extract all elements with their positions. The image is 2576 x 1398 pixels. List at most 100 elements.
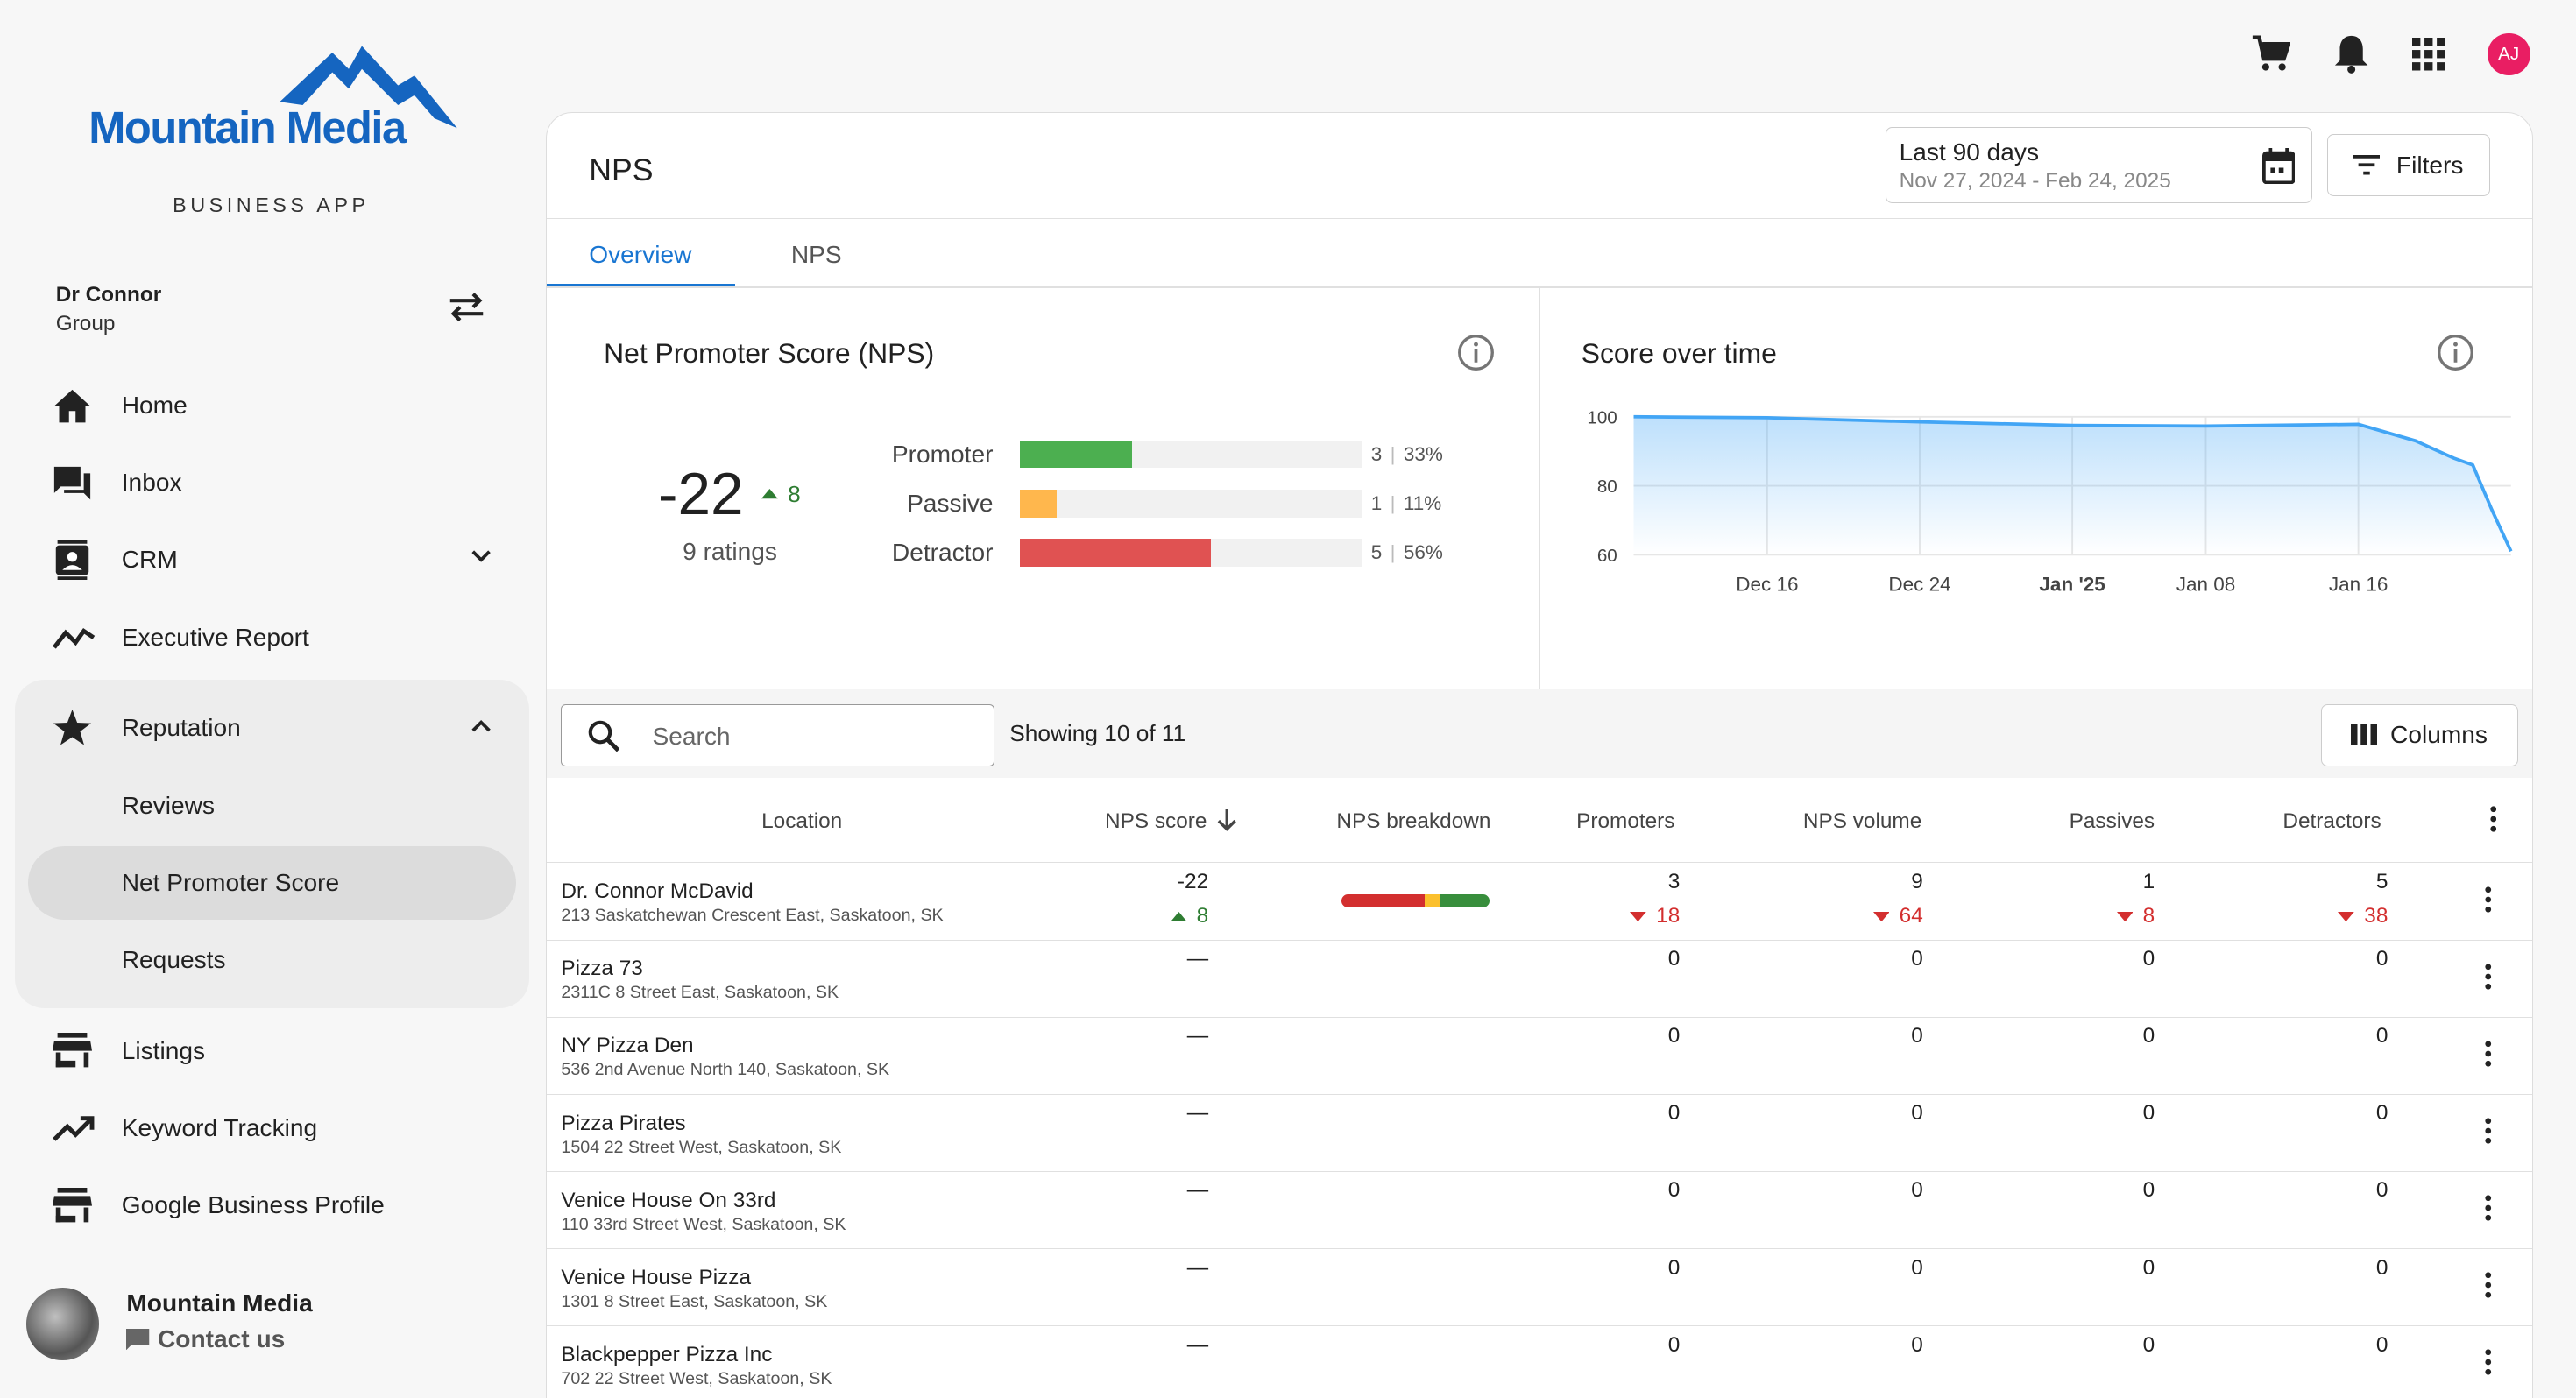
row-nps-score: — [1186, 947, 1209, 971]
row-passives: 0 [2142, 1332, 2155, 1357]
nav-executive-report[interactable]: Executive Report [53, 612, 309, 661]
search-input[interactable]: Search [561, 703, 995, 766]
nav-keyword-tracking-label: Keyword Tracking [121, 1114, 318, 1142]
brand-logo[interactable]: Mountain Media [86, 39, 464, 154]
nav-crm[interactable]: CRM [53, 535, 178, 584]
col-header-promoters[interactable]: Promoters [1576, 809, 1674, 834]
nav-home[interactable]: Home [53, 381, 188, 430]
row-nps-volume: 9 [1911, 869, 1923, 893]
nav-reviews[interactable]: Reviews [122, 792, 215, 820]
sidebar: Mountain Media BUSINESS APP Dr Connor Gr… [0, 0, 542, 1398]
row-promoters: 0 [1667, 1101, 1681, 1126]
table-row[interactable]: NY Pizza Den 536 2nd Avenue North 140, Sa… [546, 1018, 2533, 1095]
columns-label: Columns [2390, 721, 2488, 749]
arrow-down-icon [1872, 911, 1890, 921]
row-nps-score: — [1186, 1332, 1209, 1357]
row-detractors: 0 [2375, 1178, 2388, 1203]
more-vert-icon[interactable] [2485, 1272, 2492, 1298]
nav-google-business-profile[interactable]: Google Business Profile [53, 1181, 385, 1230]
more-vert-icon[interactable] [2485, 1195, 2492, 1221]
date-range-picker[interactable]: Last 90 days Nov 27, 2024 - Feb 24, 2025 [1885, 127, 2313, 203]
contact-us-link[interactable]: Contact us [126, 1325, 285, 1353]
col-header-passives[interactable]: Passives [2070, 809, 2155, 834]
info-icon[interactable] [1456, 333, 1496, 372]
row-detractors: 5 [2375, 869, 2388, 893]
table-row[interactable]: Dr. Connor McDavid 213 Saskatchewan Cres… [546, 863, 2533, 941]
store-icon [53, 1033, 96, 1069]
nav-listings-label: Listings [121, 1037, 206, 1064]
table-row[interactable]: Pizza 73 2311C 8 Street East, Saskatoon, … [546, 941, 2533, 1018]
top-toolbar: AJ [2251, 32, 2530, 76]
columns-button[interactable]: Columns [2320, 703, 2518, 766]
nps-breakdown-bar [1341, 894, 1490, 907]
nav-keyword-tracking[interactable]: Keyword Tracking [53, 1104, 317, 1153]
swap-icon[interactable] [447, 289, 486, 325]
row-passives: 1 [2142, 869, 2155, 893]
col-header-location[interactable]: Location [761, 809, 842, 834]
row-location-name: Venice House On 33rd [561, 1188, 776, 1212]
more-vert-icon[interactable] [2485, 886, 2492, 913]
chevron-up-icon[interactable] [470, 717, 492, 734]
table-row[interactable]: Blackpepper Pizza Inc 702 22 Street West,… [547, 1326, 2533, 1398]
nav-google-business-profile-label: Google Business Profile [121, 1191, 385, 1219]
nav-reputation[interactable]: Reputation [53, 703, 241, 752]
row-location-name: Blackpepper Pizza Inc [561, 1342, 773, 1366]
arrow-up-icon [761, 489, 778, 499]
row-nps-score-delta: 8 [1110, 904, 1208, 928]
arrow-up-icon [1170, 911, 1187, 921]
col-header-nps-breakdown[interactable]: NPS breakdown [1336, 809, 1490, 834]
row-promoters: 0 [1667, 1024, 1681, 1048]
col-header-nps-score[interactable]: NPS score [1105, 809, 1236, 834]
storefront-icon [53, 1187, 96, 1224]
x-tick-label: Jan '25 [2040, 573, 2105, 595]
account-switcher[interactable]: Dr Connor Group [56, 283, 161, 337]
apps-grid-icon[interactable] [2411, 38, 2445, 71]
filters-button[interactable]: Filters [2327, 133, 2490, 197]
row-promoters: 0 [1667, 947, 1681, 971]
inbox-icon [53, 465, 96, 501]
cart-icon[interactable] [2251, 34, 2290, 74]
row-nps-score: — [1186, 1178, 1209, 1203]
table-row[interactable]: Pizza Pirates 1504 22 Street West, Saskat… [546, 1095, 2533, 1172]
contacts-icon [53, 540, 96, 580]
bell-icon[interactable] [2333, 34, 2369, 74]
chevron-down-icon[interactable] [470, 548, 492, 565]
nav-inbox-label: Inbox [121, 469, 182, 497]
nav-requests[interactable]: Requests [122, 946, 226, 974]
breakdown-passive-segment [1424, 894, 1441, 907]
row-location-address: 536 2nd Avenue North 140, Saskatoon, SK [561, 1060, 890, 1080]
col-header-nps-volume[interactable]: NPS volume [1803, 809, 1921, 834]
info-icon[interactable] [2436, 333, 2475, 372]
nav-listings[interactable]: Listings [53, 1027, 205, 1076]
user-avatar[interactable]: AJ [2487, 32, 2530, 76]
row-location-address: 1301 8 Street East, Saskatoon, SK [561, 1291, 828, 1311]
table-row[interactable]: Venice House On 33rd 110 33rd Street West… [546, 1172, 2533, 1249]
search-icon [587, 719, 620, 752]
trend-line-icon [53, 623, 96, 653]
nps-score-delta: 8 [761, 481, 801, 508]
bar-fill [1019, 539, 1211, 567]
more-vert-icon[interactable] [2485, 1041, 2492, 1067]
more-vert-icon[interactable] [2485, 1349, 2492, 1375]
col-header-detractors[interactable]: Detractors [2282, 809, 2381, 834]
tab-overview[interactable]: Overview [589, 241, 691, 269]
nav-executive-report-label: Executive Report [121, 623, 309, 651]
date-range-dates: Nov 27, 2024 - Feb 24, 2025 [1899, 169, 2171, 194]
row-location-name: Pizza Pirates [561, 1111, 686, 1135]
more-vert-icon[interactable] [2485, 964, 2492, 990]
showing-count: Showing 10 of 11 [1009, 720, 1186, 747]
score-over-time-chart: 100 80 60 Dec 16 Dec 24 Jan '25 Jan 08 Jan 16 [1561, 400, 2530, 631]
divider [1539, 288, 1540, 689]
nav-net-promoter-score[interactable]: Net Promoter Score [122, 869, 339, 897]
more-vert-icon[interactable] [2490, 806, 2497, 832]
bar-count: 5 | 56% [1370, 541, 1443, 563]
bar-percent: 56% [1403, 541, 1443, 563]
search-placeholder: Search [652, 723, 731, 751]
row-location-address: 2311C 8 Street East, Saskatoon, SK [561, 983, 839, 1003]
calendar-icon[interactable] [2261, 147, 2296, 185]
more-vert-icon[interactable] [2485, 1118, 2492, 1144]
nav-inbox[interactable]: Inbox [53, 458, 182, 507]
trending-up-icon [53, 1113, 96, 1143]
tab-nps[interactable]: NPS [791, 241, 842, 269]
table-row[interactable]: Venice House Pizza 1301 8 Street East, Sa… [546, 1249, 2533, 1327]
